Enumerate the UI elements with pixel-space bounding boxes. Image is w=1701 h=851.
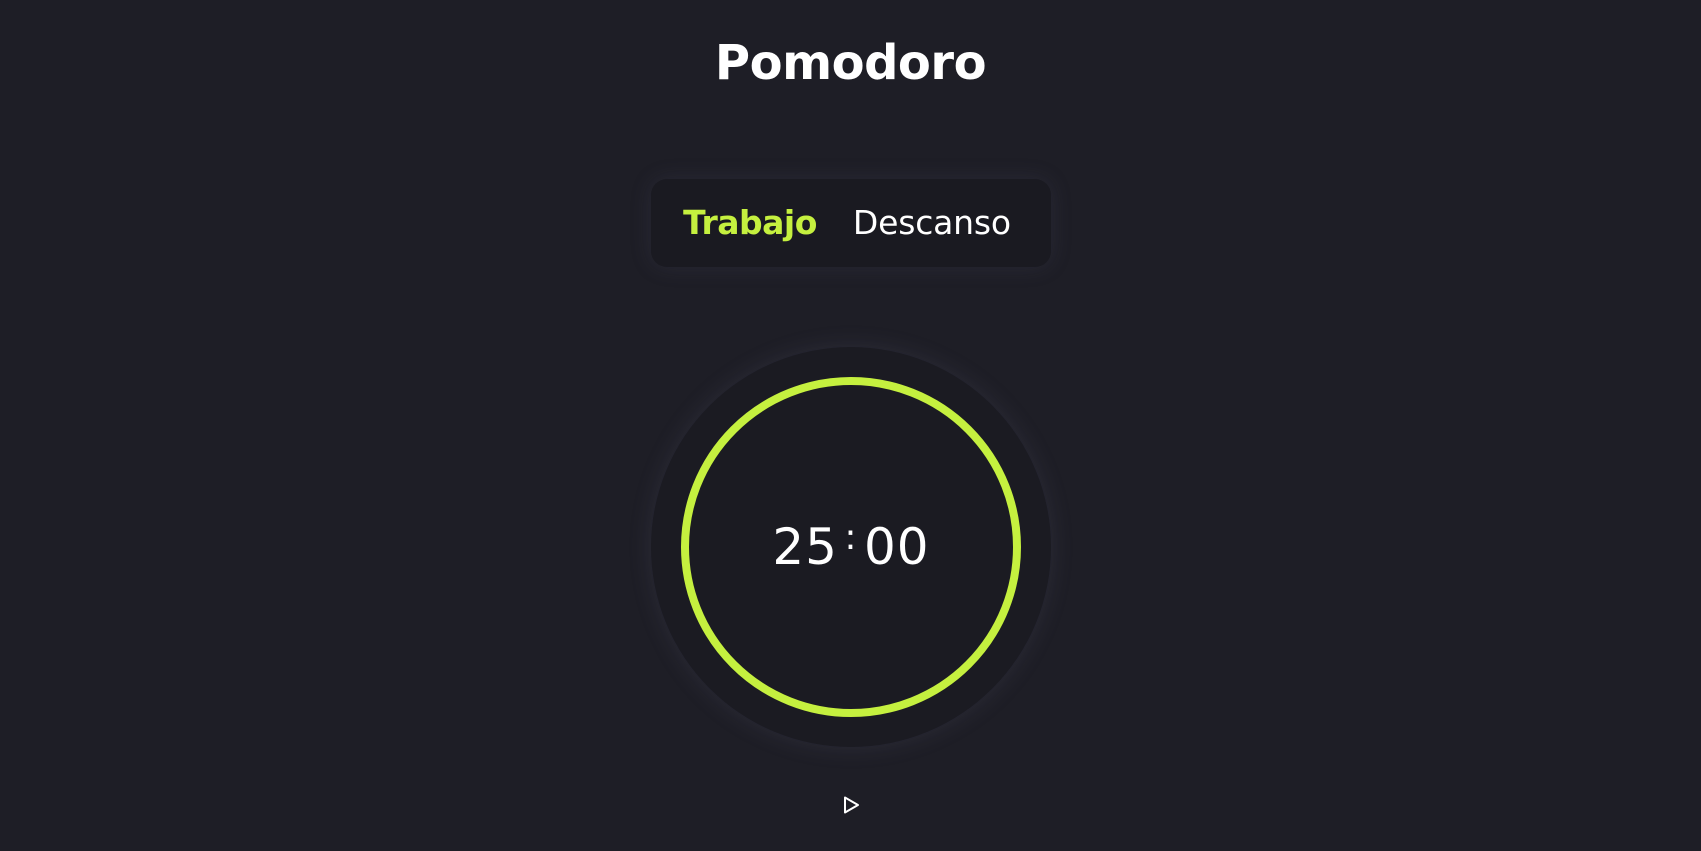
play-icon: [844, 796, 859, 814]
tab-trabajo[interactable]: Trabajo: [683, 203, 817, 243]
timer-minutes: 25: [772, 518, 838, 576]
timer-dial: 25 : 00: [651, 347, 1051, 747]
time-display: 25 : 00: [651, 347, 1051, 747]
timer-seconds: 00: [864, 518, 930, 576]
tab-descanso[interactable]: Descanso: [853, 203, 1011, 243]
play-button[interactable]: [836, 790, 866, 820]
page-title: Pomodoro: [714, 35, 987, 91]
mode-switch: Trabajo Descanso: [651, 179, 1051, 267]
timer-separator: :: [844, 516, 858, 558]
